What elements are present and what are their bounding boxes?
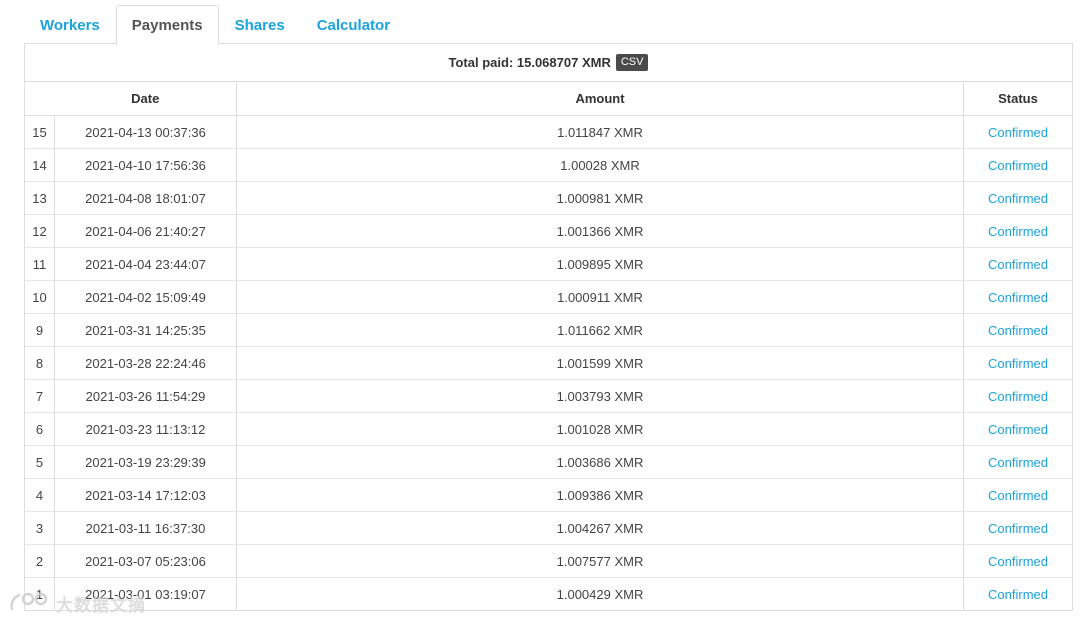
tab-calculator[interactable]: Calculator bbox=[301, 6, 406, 44]
payment-status-link[interactable]: Confirmed bbox=[963, 148, 1072, 182]
payment-date: 2021-04-10 17:56:36 bbox=[54, 148, 237, 182]
payment-status-link[interactable]: Confirmed bbox=[963, 379, 1072, 413]
row-number: 13 bbox=[25, 181, 55, 215]
table-row: 3 2021-03-11 16:37:30 1.004267 XMR Confirme… bbox=[25, 511, 1072, 545]
payment-status-link[interactable]: Confirmed bbox=[963, 412, 1072, 446]
payment-date: 2021-03-23 11:13:12 bbox=[54, 412, 237, 446]
payment-status-link[interactable]: Confirmed bbox=[963, 544, 1072, 578]
tab-shares[interactable]: Shares bbox=[219, 6, 301, 44]
payment-amount: 1.001028 XMR bbox=[236, 412, 964, 446]
row-number: 15 bbox=[32, 124, 47, 140]
payments-panel: Total paid: 15.068707 XMR CSV Date Amount… bbox=[24, 43, 1073, 611]
table-header-row: Date Amount Status bbox=[25, 82, 1072, 116]
table-row: 1 2021-03-01 03:19:07 1.000429 XMR Confirme… bbox=[25, 577, 1072, 610]
payment-status-link[interactable]: Confirmed bbox=[963, 247, 1072, 281]
total-paid-bar: Total paid: 15.068707 XMR CSV bbox=[25, 44, 1072, 82]
payment-date: 2021-03-11 16:37:30 bbox=[54, 511, 237, 545]
table-row: 11 2021-04-04 23:44:07 1.009895 XMR Confirm… bbox=[25, 247, 1072, 281]
payment-date: 2021-03-26 11:54:29 bbox=[54, 379, 237, 413]
payment-date: 2021-04-13 00:37:36 bbox=[54, 115, 237, 149]
table-row: 7 2021-03-26 11:54:29 1.003793 XMR Confirme… bbox=[25, 379, 1072, 413]
payment-amount: 1.001366 XMR bbox=[236, 214, 964, 248]
row-number: 5 bbox=[25, 445, 55, 479]
payment-status-link[interactable]: Confirmed bbox=[963, 280, 1072, 314]
table-row: 10 2021-04-02 15:09:49 1.000911 XMR Confirm… bbox=[25, 280, 1072, 314]
payment-date: 2021-03-19 23:29:39 bbox=[54, 445, 237, 479]
payment-amount: 1.009386 XMR bbox=[236, 478, 964, 512]
payment-date: 2021-03-28 22:24:46 bbox=[54, 346, 237, 380]
payment-date: 2021-04-08 18:01:07 bbox=[54, 181, 237, 215]
payment-date: 2021-04-02 15:09:49 bbox=[54, 280, 237, 314]
payment-amount: 1.000429 XMR bbox=[236, 577, 964, 610]
payment-amount: 1.003686 XMR bbox=[236, 445, 964, 479]
row-number: 3 bbox=[25, 511, 55, 545]
table-row: 5 2021-03-19 23:29:39 1.003686 XMR Confirme… bbox=[25, 445, 1072, 479]
total-paid-label: Total paid: 15.068707 XMR bbox=[448, 55, 611, 70]
payment-status-link[interactable]: Confirmed bbox=[963, 181, 1072, 215]
payment-amount: 1.001599 XMR bbox=[236, 346, 964, 380]
table-row: 8 2021-03-28 22:24:46 1.001599 XMR Confirme… bbox=[25, 346, 1072, 380]
table-row: 4 2021-03-14 17:12:03 1.009386 XMR Confirme… bbox=[25, 478, 1072, 512]
payment-status-link[interactable]: Confirmed bbox=[963, 445, 1072, 479]
payment-amount: 1.00028 XMR bbox=[236, 148, 964, 182]
payment-date: 2021-03-07 05:23:06 bbox=[54, 544, 237, 578]
payment-date: 2021-03-14 17:12:03 bbox=[54, 478, 237, 512]
row-number: 14 bbox=[25, 148, 55, 182]
table-row: 6 2021-03-23 11:13:12 1.001028 XMR Confirme… bbox=[25, 412, 1072, 446]
payment-date: 2021-03-01 03:19:07 bbox=[54, 577, 237, 610]
row-number: 9 bbox=[25, 313, 55, 347]
row-number: 6 bbox=[25, 412, 55, 446]
payment-amount: 1.000981 XMR bbox=[236, 181, 964, 215]
csv-export-button[interactable]: CSV bbox=[615, 54, 649, 71]
payment-date: 2021-03-31 14:25:35 bbox=[54, 313, 237, 347]
row-number: 12 bbox=[25, 214, 55, 248]
header-num bbox=[25, 82, 55, 116]
payment-amount: 1.011662 XMR bbox=[236, 313, 964, 347]
row-number: 10 bbox=[25, 280, 55, 314]
table-row: 2 2021-03-07 05:23:06 1.007577 XMR Confirme… bbox=[25, 544, 1072, 578]
header-status: Status bbox=[963, 82, 1072, 116]
payment-date: 2021-04-06 21:40:27 bbox=[54, 214, 237, 248]
table-row: 14 2021-04-10 17:56:36 1.00028 XMR Confirme… bbox=[25, 148, 1072, 182]
table-row: 12 2021-04-06 21:40:27 1.001366 XMR Confirm… bbox=[25, 214, 1072, 248]
header-amount: Amount bbox=[236, 82, 964, 116]
tab-payments[interactable]: Payments bbox=[115, 5, 219, 45]
payment-date: 2021-04-04 23:44:07 bbox=[54, 247, 237, 281]
row-number: 11 bbox=[25, 247, 55, 281]
payment-amount: 1.009895 XMR bbox=[236, 247, 964, 281]
table-row: 9 2021-03-31 14:25:35 1.011662 XMR Confirme… bbox=[25, 313, 1072, 347]
payment-status-link[interactable]: Confirmed bbox=[963, 115, 1072, 149]
table-row: 13 2021-04-08 18:01:07 1.000981 XMR Confirm… bbox=[25, 181, 1072, 215]
tab-workers[interactable]: Workers bbox=[24, 6, 116, 44]
row-number: 8 bbox=[25, 346, 55, 380]
payment-status-link[interactable]: Confirmed bbox=[963, 346, 1072, 380]
payment-amount: 1.000911 XMR bbox=[236, 280, 964, 314]
payment-amount: 1.011847 XMR bbox=[236, 115, 964, 149]
payment-amount: 1.004267 XMR bbox=[236, 511, 964, 545]
payment-amount: 1.007577 XMR bbox=[236, 544, 964, 578]
row-number: 2 bbox=[25, 544, 55, 578]
payment-status-link[interactable]: Confirmed bbox=[963, 214, 1072, 248]
row-number: 4 bbox=[25, 478, 55, 512]
payment-amount: 1.003793 XMR bbox=[236, 379, 964, 413]
payment-status-link[interactable]: Confirmed bbox=[963, 511, 1072, 545]
table-row: 15 2021-04-13 00:37:36 1.011847 XMR Confirm… bbox=[25, 115, 1072, 149]
payments-table: Date Amount Status 15 2021-04-13 00:37:36 1.… bbox=[25, 82, 1072, 610]
payment-status-link[interactable]: Confirmed bbox=[963, 313, 1072, 347]
payment-status-link[interactable]: Confirmed bbox=[963, 478, 1072, 512]
tab-bar: Workers Payments Shares Calculator bbox=[24, 4, 406, 45]
payment-status-link[interactable]: Confirmed bbox=[963, 577, 1072, 610]
header-date: Date bbox=[54, 82, 237, 116]
row-number: 7 bbox=[25, 379, 55, 413]
row-number: 1 bbox=[25, 577, 55, 610]
